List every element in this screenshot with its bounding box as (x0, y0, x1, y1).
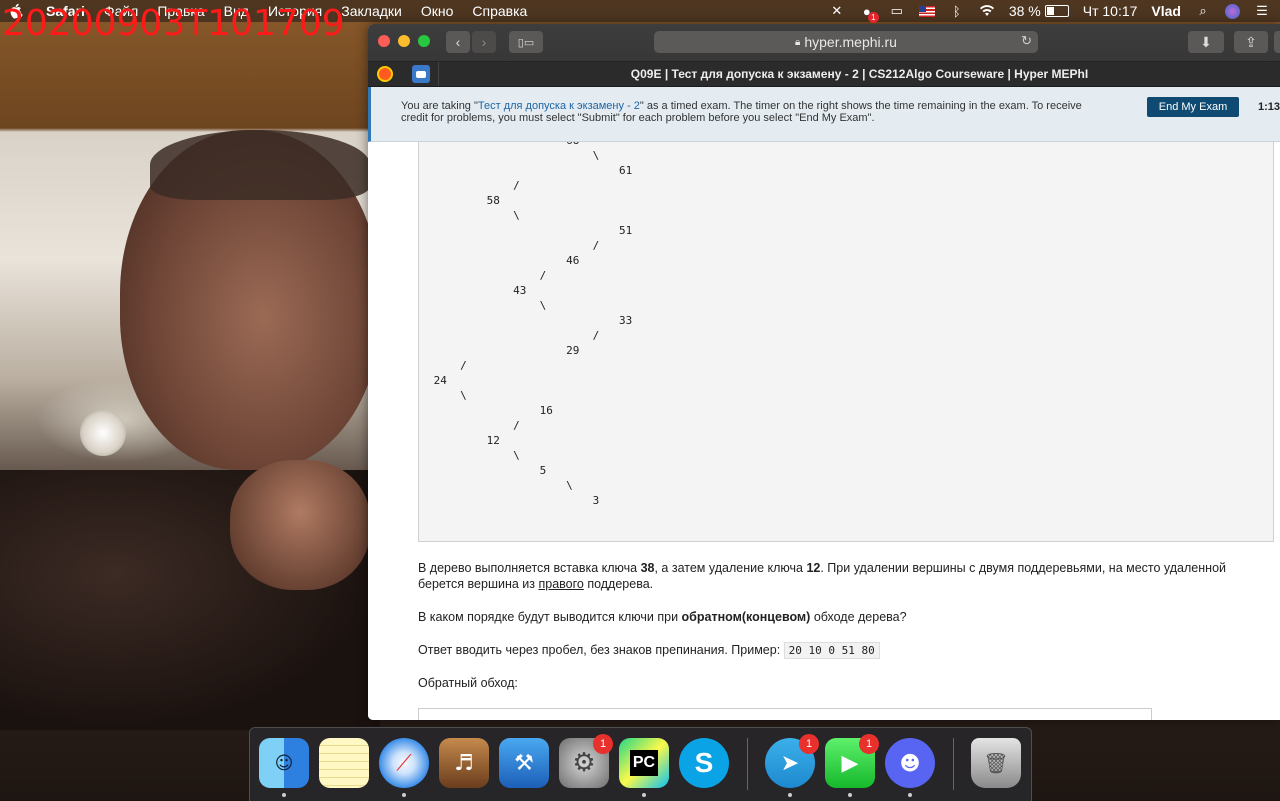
back-button[interactable]: ‹ (446, 31, 470, 53)
discord-icon[interactable]: ☻ (885, 738, 935, 797)
question-paragraph-1: В дерево выполняется вставка ключа 38, а… (418, 560, 1238, 592)
forward-button[interactable]: › (472, 31, 496, 53)
notes-icon[interactable] (319, 738, 369, 788)
safari-window: ‹ › ▯▭ 🔒︎ hyper.mephi.ru ↻ ⬇ ⇪ Q09E | Те… (368, 24, 1280, 720)
telegram-icon[interactable]: ➤ 1 (765, 734, 819, 797)
exam-link[interactable]: Тест для допуска к экзамену - 2 (478, 100, 640, 112)
downloads-button[interactable]: ⬇ (1188, 31, 1224, 53)
q1-text-b: , а затем удаление ключа (654, 561, 807, 575)
recording-timestamp: 20200903T101709 (2, 3, 345, 44)
yandex-extension-icon[interactable] (376, 65, 394, 83)
telegram-badge: 1 (799, 734, 819, 754)
dock-separator (747, 738, 748, 790)
running-indicator (642, 793, 646, 797)
problem-content: 68 \ 61 / 58 \ 51 / 46 (368, 142, 1280, 720)
menu-user[interactable]: Vlad (1151, 3, 1181, 19)
skype-icon[interactable]: S (679, 738, 729, 788)
q1-text-a: В дерево выполняется вставка ключа (418, 561, 641, 575)
system-preferences-badge: 1 (593, 734, 613, 754)
answer-input[interactable] (418, 708, 1152, 720)
menu-help[interactable]: Справка (472, 3, 527, 19)
chat-extension-icon[interactable] (412, 65, 430, 83)
tree-diagram: 68 \ 61 / 58 \ 51 / 46 (433, 142, 633, 507)
dock-separator (953, 738, 954, 790)
share-icon: ⇪ (1245, 33, 1257, 50)
us-flag-icon[interactable] (918, 5, 935, 17)
download-icon: ⬇ (1200, 33, 1212, 50)
banner-text-start: You are taking " (401, 100, 478, 112)
person-hand (230, 460, 370, 590)
banner-message: You are taking "Тест для допуска к экзам… (401, 100, 1091, 124)
chevron-right-icon: › (481, 34, 487, 50)
share-button[interactable]: ⇪ (1234, 31, 1268, 53)
finder-icon[interactable]: ☺ (259, 738, 309, 797)
menu-bookmarks[interactable]: Закладки (341, 3, 402, 19)
trash-icon[interactable]: 🗑︎ (971, 738, 1021, 788)
airplay-icon[interactable]: ▭ (889, 3, 905, 19)
siri-icon[interactable] (1225, 3, 1240, 19)
browser-toolbar: ‹ › ▯▭ 🔒︎ hyper.mephi.ru ↻ ⬇ ⇪ (368, 24, 1280, 62)
q1-text-d: поддерева. (583, 577, 654, 591)
q2-text-a: В каком порядке будут выводится ключи пр… (418, 610, 682, 624)
tab-bar: Q09E | Тест для допуска к экзамену - 2 |… (368, 62, 1280, 87)
delete-key: 12 (806, 561, 821, 575)
notification-center-icon[interactable]: ☰ (1254, 3, 1270, 19)
sidebar-toggle-button[interactable]: ▯▭ (509, 31, 543, 53)
notification-badge: 1 (867, 12, 879, 23)
chevron-left-icon: ‹ (455, 34, 461, 50)
pycharm-icon[interactable]: PC (619, 738, 669, 797)
tabs-overview-button[interactable] (1274, 31, 1280, 53)
url-text: hyper.mephi.ru (804, 34, 897, 50)
active-tab-title[interactable]: Q09E | Тест для допуска к экзамену - 2 |… (438, 62, 1280, 86)
traversal-type: обратном(концевом) (681, 610, 811, 624)
running-indicator (282, 793, 286, 797)
pycharm-label: PC (629, 750, 659, 776)
menu-window[interactable]: Окно (421, 3, 454, 19)
xcode-icon[interactable]: ⚒ (499, 738, 549, 788)
maximize-window-button[interactable] (418, 35, 430, 47)
garageband-icon[interactable]: ♬ (439, 738, 489, 788)
lock-icon: 🔒︎ (795, 36, 801, 48)
notification-app-icon[interactable]: ● 1 (859, 3, 879, 23)
q2-text-b: обходе дерева? (810, 610, 907, 624)
address-bar[interactable]: 🔒︎ hyper.mephi.ru ↻ (654, 31, 1038, 53)
tree-diagram-box: 68 \ 61 / 58 \ 51 / 46 (418, 142, 1274, 542)
minimize-window-button[interactable] (398, 35, 410, 47)
end-my-exam-button[interactable]: End My Exam (1147, 97, 1239, 117)
spotlight-search-icon[interactable]: ⌕ (1195, 3, 1211, 19)
timed-exam-banner: You are taking "Тест для допуска к экзам… (368, 87, 1280, 142)
reload-icon[interactable]: ↻ (1021, 33, 1032, 49)
wifi-icon[interactable] (979, 3, 995, 19)
person-hair (150, 130, 370, 200)
sidebar-icon: ▯▭ (517, 36, 535, 49)
right-subtree-word: правого (538, 577, 584, 591)
q3-text-a: Ответ вводить через пробел, без знаков п… (418, 643, 784, 657)
facetime-icon[interactable]: ▶ 1 (825, 734, 879, 797)
system-preferences-icon[interactable]: ⚙ 1 (559, 734, 613, 788)
running-indicator (908, 793, 912, 797)
insert-key: 38 (640, 561, 655, 575)
facetime-badge: 1 (859, 734, 879, 754)
dock: ☺ ⟋ ♬ ⚒ ⚙ 1 PC S ➤ 1 ▶ 1 ☻ 🗑︎ (249, 727, 1032, 801)
question-paragraph-3: Ответ вводить через пробел, без знаков п… (418, 642, 1238, 659)
running-indicator (848, 793, 852, 797)
close-window-button[interactable] (378, 35, 390, 47)
answer-label: Обратный обход: (418, 676, 518, 690)
menu-clock[interactable]: Чт 10:17 (1083, 3, 1138, 19)
mute-icon[interactable]: ✕ (829, 3, 845, 19)
question-paragraph-2: В каком порядке будут выводится ключи пр… (418, 609, 1238, 625)
running-indicator (402, 793, 406, 797)
battery-percent: 38 % (1008, 3, 1041, 19)
lamp (80, 410, 126, 456)
answer-example: 20 10 0 51 80 (783, 642, 880, 659)
safari-icon[interactable]: ⟋ (379, 738, 429, 797)
running-indicator (788, 793, 792, 797)
bluetooth-icon[interactable]: ᛒ (949, 3, 965, 19)
exam-timer: 1:13: (1258, 101, 1280, 113)
battery-icon[interactable] (1044, 5, 1069, 17)
